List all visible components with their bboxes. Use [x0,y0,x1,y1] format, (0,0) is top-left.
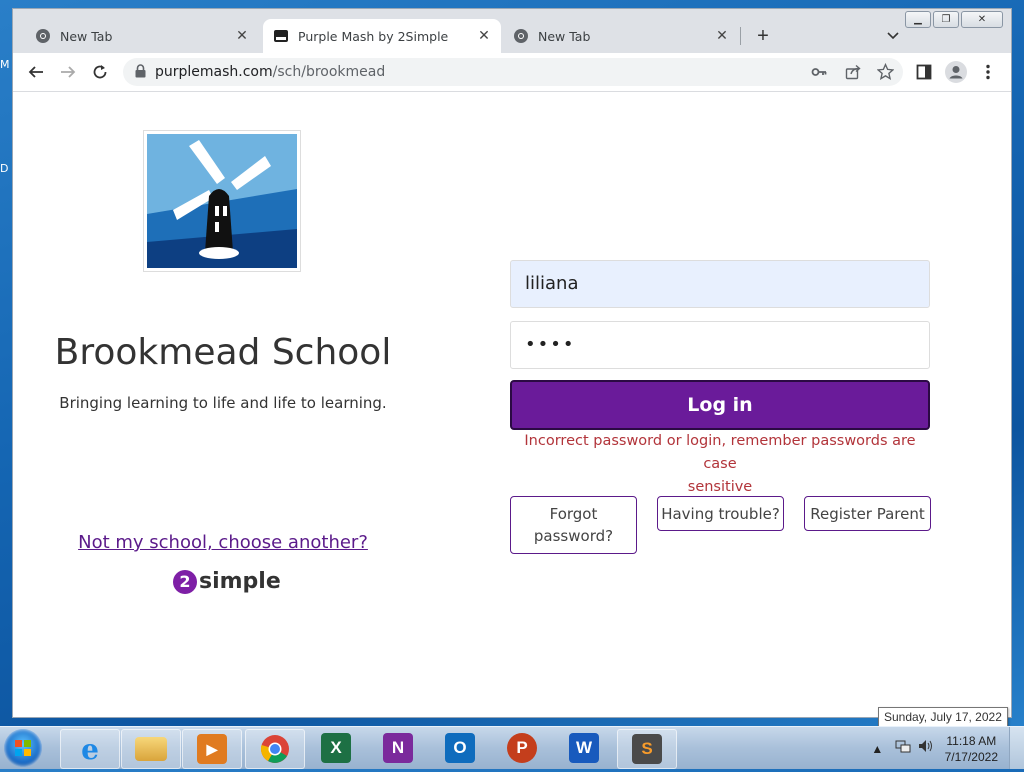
menu-kebab-icon[interactable] [975,59,1001,85]
windows-logo-icon [15,740,31,756]
tab-purple-mash[interactable]: Purple Mash by 2Simple ✕ [263,19,501,53]
username-input[interactable]: liliana [510,260,930,308]
login-button[interactable]: Log in [510,380,930,430]
purple-mash-icon [273,28,289,44]
taskbar-media-player[interactable]: ▶ [182,729,242,769]
taskbar-sublime-text[interactable]: S [617,729,677,769]
clock-time: 11:18 AM [946,734,997,748]
network-icon[interactable] [895,740,914,756]
date-tooltip: Sunday, July 17, 2022 [878,707,1008,727]
2simple-logo: 2 simple [173,569,281,594]
forgot-password-button[interactable]: Forgot password? [510,496,637,554]
volume-icon[interactable] [918,740,934,756]
tab-search-chevron-icon[interactable] [887,29,899,43]
side-panel-icon[interactable] [911,59,937,85]
taskbar-clock[interactable]: 11:18 AM 7/17/2022 [945,733,998,765]
media-player-icon: ▶ [197,734,227,764]
forgot-line-2: password? [533,527,614,545]
having-trouble-button[interactable]: Having trouble? [657,496,784,531]
taskbar-powerpoint[interactable]: P [493,729,551,767]
register-parent-button[interactable]: Register Parent [804,496,931,531]
excel-icon: X [321,733,351,763]
tab-close-icon[interactable]: ✕ [475,28,493,44]
system-tray: ▲ [871,739,934,756]
2simple-logo-word: simple [199,569,281,594]
login-error-message: Incorrect password or login, remember pa… [510,430,930,499]
key-icon[interactable] [811,64,827,85]
tab-new-tab-1[interactable]: New Tab ✕ [25,19,259,53]
forgot-line-1: Forgot [549,505,598,523]
word-icon: W [569,733,599,763]
school-name-heading: Brookmead School [54,332,392,373]
tab-new-tab-2[interactable]: New Tab ✕ [503,19,739,53]
new-tab-plus-icon[interactable]: + [753,25,773,48]
sublime-text-icon: S [632,734,662,764]
chrome-icon [35,28,51,44]
tab-label: New Tab [538,28,591,44]
back-arrow-icon[interactable] [23,59,49,85]
taskbar: e ▶ X N O P W S ▲ 11:18 AM 7/17/2022 [0,726,1024,769]
bookmark-star-icon[interactable] [876,62,895,85]
show-hidden-icons-arrow-icon[interactable]: ▲ [871,742,883,756]
share-icon[interactable] [845,64,861,85]
taskbar-file-explorer[interactable] [121,729,181,769]
profile-avatar-icon[interactable] [943,59,969,85]
taskbar-excel[interactable]: X [307,729,365,767]
reload-icon[interactable] [87,59,113,85]
taskbar-internet-explorer[interactable]: e [60,729,120,769]
address-bar[interactable]: purplemash.com/sch/brookmead [123,58,903,86]
file-explorer-icon [135,737,167,761]
tab-label: Purple Mash by 2Simple [298,28,449,44]
start-button[interactable] [4,729,42,767]
taskbar-word[interactable]: W [555,729,613,767]
onenote-icon: N [383,733,413,763]
chrome-icon [513,28,529,44]
2simple-logo-circle: 2 [173,569,197,594]
internet-explorer-icon: e [81,732,99,766]
taskbar-outlook[interactable]: O [431,729,489,767]
powerpoint-icon: P [507,733,537,763]
taskbar-onenote[interactable]: N [369,729,427,767]
url-host: purplemash.com [155,64,273,80]
browser-toolbar: purplemash.com/sch/brookmead [13,53,1011,92]
password-input[interactable]: •••• [510,321,930,369]
url-path: /sch/brookmead [272,64,386,80]
clock-date: 7/17/2022 [944,750,998,764]
desktop-label-m: M [0,58,10,71]
outlook-icon: O [445,733,475,763]
tab-close-icon[interactable]: ✕ [233,28,251,44]
desktop-label-d: D [0,162,9,175]
chrome-icon [260,735,289,763]
taskbar-chrome[interactable] [245,729,305,769]
school-tagline: Bringing learning to life and life to le… [59,394,387,412]
show-desktop-button[interactable] [1009,727,1024,769]
windmill-logo-image [147,134,297,268]
school-logo [143,130,301,272]
choose-another-school-link[interactable]: Not my school, choose another? [13,532,433,553]
lock-icon[interactable] [135,64,146,83]
tab-label: New Tab [60,28,113,44]
tab-divider [740,27,741,45]
tab-close-icon[interactable]: ✕ [713,28,731,44]
url-text: purplemash.com/sch/brookmead [155,64,385,80]
forward-arrow-icon[interactable] [55,59,81,85]
browser-window: ▁ ❐ ✕ New Tab ✕ Purple Mash by 2Simple ✕… [12,8,1012,718]
tab-strip: New Tab ✕ Purple Mash by 2Simple ✕ New T… [13,19,1011,53]
error-line-1: Incorrect password or login, remember pa… [524,433,916,472]
page-content: Brookmead School Bringing learning to li… [13,92,1011,717]
